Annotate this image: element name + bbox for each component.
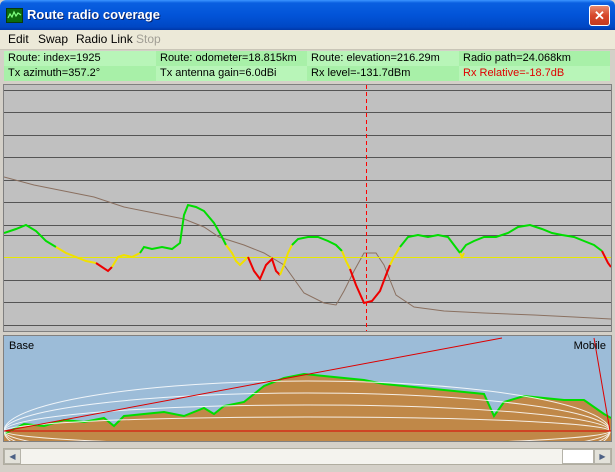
close-icon: ✕: [594, 7, 605, 23]
scroll-left-button[interactable]: ◀: [4, 449, 21, 464]
close-button[interactable]: ✕: [589, 5, 610, 26]
signal-bad-4: [601, 250, 611, 268]
terrain-profile-plot[interactable]: Base Mobile: [3, 335, 612, 442]
status-rx-relative: Rx Relative=-18.7dB: [459, 66, 610, 81]
signal-marginal-5: [341, 250, 351, 270]
status-elevation: Route: elevation=216.29m: [307, 51, 459, 66]
terrain-profile-svg: [4, 337, 611, 441]
signal-good-3: [291, 236, 343, 252]
radio-app-icon: [6, 8, 23, 23]
menu-stop: Stop: [136, 32, 161, 46]
base-label: Base: [9, 340, 35, 352]
app-window: Route radio coverage ✕ Edit Swap Radio L…: [0, 0, 615, 472]
signal-good-2: [139, 203, 227, 254]
scroll-thumb[interactable]: [562, 449, 594, 464]
scroll-right-button[interactable]: ▶: [594, 449, 611, 464]
status-odometer: Route: odometer=18.815km: [156, 51, 307, 66]
arrow-right-icon: ▶: [599, 452, 606, 461]
mobile-label: Mobile: [573, 340, 606, 352]
menu-swap[interactable]: Swap: [38, 32, 68, 46]
title-bar[interactable]: Route radio coverage ✕: [0, 0, 615, 30]
menu-radio-link[interactable]: Radio Link: [76, 32, 133, 46]
arrow-left-icon: ◀: [9, 452, 16, 461]
signal-marginal-1: [55, 246, 97, 264]
signal-marginal-6: [389, 246, 401, 266]
status-rx-level: Rx level=-131.7dBm: [307, 66, 459, 81]
status-radio-path: Radio path=24.068km: [459, 51, 610, 66]
signal-marginal-4: [279, 244, 293, 276]
signal-bad-1: [95, 262, 113, 273]
signal-good-4: [399, 223, 603, 255]
signal-marginal-2: [111, 252, 141, 268]
horizontal-scrollbar[interactable]: ◀ ▶: [3, 448, 612, 465]
elevation-trace: [4, 176, 611, 320]
window-title: Route radio coverage: [27, 7, 160, 22]
status-tx-azimuth: Tx azimuth=357.2°: [4, 66, 156, 81]
signal-marginal-7: [459, 252, 465, 260]
status-route-index: Route: index=1925: [4, 51, 156, 66]
signal-marginal-3: [225, 244, 249, 267]
menu-edit[interactable]: Edit: [8, 32, 29, 46]
plot-gridlines: [4, 90, 611, 326]
coverage-plot[interactable]: [3, 84, 612, 332]
status-panel: Route: index=1925 Route: odometer=18.815…: [4, 51, 610, 81]
menu-bar: Edit Swap Radio Link Stop: [0, 30, 615, 50]
signal-bad-3: [349, 264, 391, 305]
status-tx-gain: Tx antenna gain=6.0dBi: [156, 66, 307, 81]
coverage-plot-svg: [4, 85, 611, 331]
